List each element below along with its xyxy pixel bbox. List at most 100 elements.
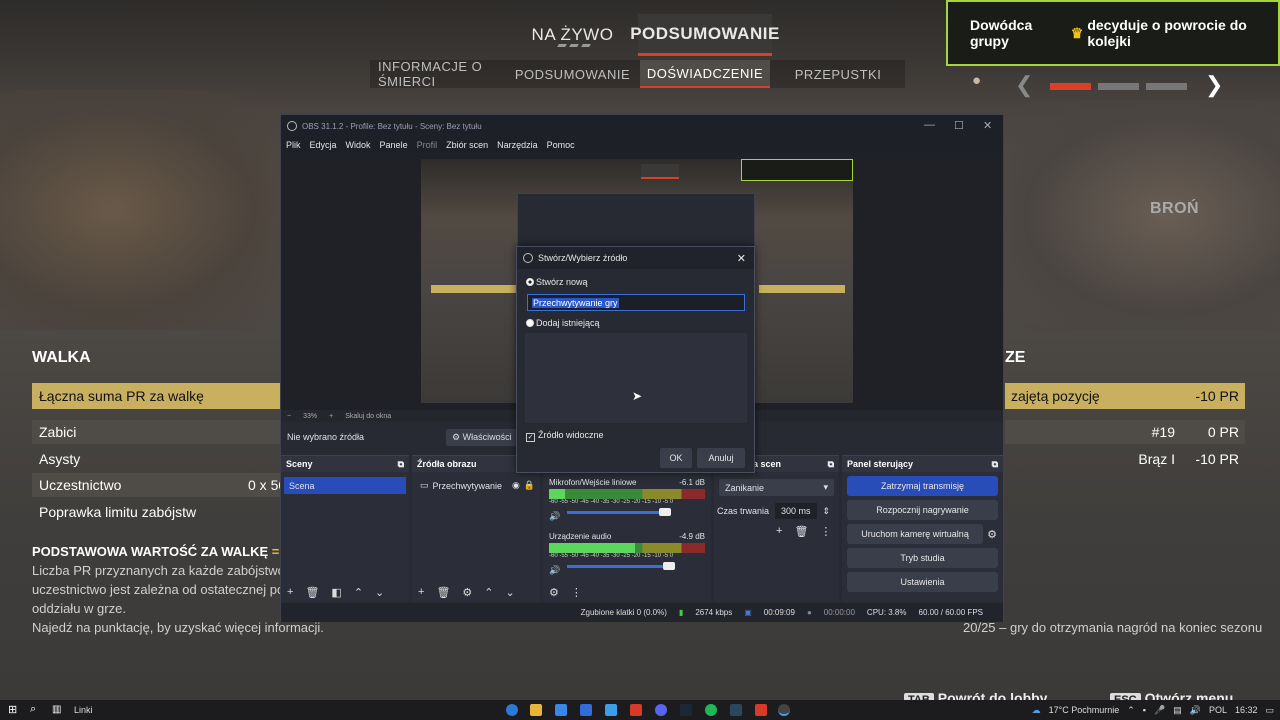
outlook-icon[interactable]: [580, 704, 592, 716]
bitrate: 2674 kbps: [695, 608, 733, 617]
combat-total-label: Łączna suma PR za walkę: [39, 388, 204, 404]
tray-app-icon[interactable]: ▪: [1143, 705, 1146, 715]
eye-icon[interactable]: ◉: [512, 480, 520, 491]
undock-icon[interactable]: ⧉: [992, 459, 998, 470]
edge-icon[interactable]: [506, 704, 518, 716]
subtab-passes[interactable]: PRZEPUSTKI: [775, 60, 901, 88]
tray-chevron-icon[interactable]: ⌃: [1127, 705, 1135, 716]
windows-start-icon[interactable]: ⊞: [8, 703, 20, 716]
undock-icon[interactable]: ⧉: [398, 459, 404, 470]
volume-icon[interactable]: 🔊: [1190, 705, 1201, 716]
menu-docks[interactable]: Panele: [380, 140, 408, 150]
search-icon[interactable]: ⌕: [30, 703, 42, 715]
menu-view[interactable]: Widok: [346, 140, 371, 150]
mode-tab-summary[interactable]: PODSUMOWANIE: [630, 14, 779, 56]
source-visible-checkbox[interactable]: ✓ Źródło widoczne: [526, 430, 604, 442]
menu-profile[interactable]: Profil: [417, 140, 438, 150]
return-lobby-hint[interactable]: TAB Powrót do lobby: [904, 690, 1047, 700]
volume-slider[interactable]: [567, 508, 671, 516]
menu-scene-collection[interactable]: Zbiór scen: [446, 140, 488, 150]
trash-icon[interactable]: 🗑: [305, 586, 319, 599]
transition-select[interactable]: Zanikanie ▾: [719, 479, 834, 496]
apex-icon[interactable]: [755, 704, 767, 716]
add-existing-radio[interactable]: Dodaj istniejącą: [526, 318, 600, 328]
trash-icon[interactable]: 🗑: [436, 586, 450, 599]
store-icon[interactable]: [555, 704, 567, 716]
gear-icon[interactable]: ⚙: [462, 586, 472, 599]
weather-icon: ☁: [1031, 704, 1041, 715]
speaker-icon[interactable]: 🔊: [549, 511, 560, 522]
dialog-titlebar[interactable]: Stwórz/Wybierz źródło ✕: [517, 247, 754, 269]
network-icon[interactable]: ▤: [1173, 705, 1182, 716]
subtab-summary[interactable]: PODSUMOWANIE: [510, 60, 635, 88]
source-item[interactable]: ▭ Przechwytywanie ◉ 🔒: [415, 477, 537, 494]
prev-arrow-icon[interactable]: ❮: [1015, 72, 1033, 98]
close-icon[interactable]: ✕: [737, 252, 746, 265]
combat-description-line: oddziału w grze.: [32, 601, 126, 616]
discord-icon[interactable]: [655, 704, 667, 716]
cancel-button[interactable]: Anuluj: [697, 448, 745, 468]
lock-icon[interactable]: 🔒: [524, 480, 535, 491]
mic-icon[interactable]: 🎤: [1154, 705, 1165, 716]
spotify-icon[interactable]: [705, 704, 717, 716]
minimize-icon[interactable]: —: [924, 119, 935, 131]
app-icon[interactable]: [605, 704, 617, 716]
subtab-death-info[interactable]: INFORMACJE O ŚMIERCI: [378, 59, 508, 89]
add-icon[interactable]: +: [776, 525, 782, 538]
add-icon[interactable]: +: [418, 586, 424, 598]
steam-icon[interactable]: [680, 704, 692, 716]
obs-titlebar[interactable]: OBS 31.1.2 - Profile: Bez tytułu - Sceny…: [281, 115, 1003, 137]
create-new-radio[interactable]: Stwórz nową: [526, 277, 588, 287]
hint-label: Powrót do lobby: [937, 690, 1048, 700]
source-name-input[interactable]: Przechwytywanie gry: [527, 294, 745, 311]
menu-help[interactable]: Pomoc: [547, 140, 575, 150]
start-virtual-camera-button[interactable]: Uruchom kamerę wirtualną: [847, 524, 984, 544]
move-up-icon[interactable]: ⌃: [354, 586, 363, 599]
subtab-experience[interactable]: DOŚWIADCZENIE: [640, 60, 770, 88]
mode-tab-live[interactable]: NA ŻYWO: [520, 14, 625, 56]
existing-sources-list[interactable]: [525, 333, 747, 423]
language-indicator[interactable]: POL: [1209, 705, 1227, 715]
next-arrow-icon[interactable]: ❯: [1205, 72, 1223, 98]
more-icon[interactable]: ⋮: [571, 586, 582, 599]
move-up-icon[interactable]: ⌃: [484, 586, 493, 599]
scale-to-window-label[interactable]: Skaluj do okna: [345, 413, 391, 420]
scene-item[interactable]: Scena: [284, 477, 406, 494]
steam-icon[interactable]: [730, 704, 742, 716]
move-down-icon[interactable]: ⌄: [375, 586, 384, 599]
open-menu-hint[interactable]: ESC Otwórz menu: [1110, 690, 1233, 700]
undock-icon[interactable]: ⧉: [828, 459, 834, 470]
stop-streaming-button[interactable]: Zatrzymaj transmisję: [847, 476, 998, 496]
add-icon[interactable]: +: [287, 586, 293, 598]
trash-icon[interactable]: 🗑: [794, 525, 808, 538]
menu-file[interactable]: Plik: [286, 140, 301, 150]
maximize-icon[interactable]: ☐: [954, 119, 964, 132]
speaker-icon[interactable]: 🔊: [549, 565, 560, 576]
properties-button[interactable]: ⚙ Właściwości: [446, 428, 518, 446]
settings-button[interactable]: Ustawienia: [847, 572, 998, 592]
duration-input[interactable]: 300 ms: [775, 503, 817, 519]
clock[interactable]: 16:32: [1235, 705, 1258, 715]
filter-icon[interactable]: ◧: [331, 586, 341, 599]
task-view-icon[interactable]: ▥: [52, 704, 64, 716]
move-down-icon[interactable]: ⌄: [506, 586, 515, 599]
zoom-in-icon[interactable]: +: [329, 413, 333, 420]
weather-text[interactable]: 17°C Pochmurnie: [1049, 705, 1120, 715]
menu-tools[interactable]: Narzędzia: [497, 140, 538, 150]
more-icon[interactable]: ⋮: [820, 525, 831, 538]
gear-icon[interactable]: ⚙: [987, 528, 997, 541]
obs-icon[interactable]: [778, 704, 790, 716]
brave-icon[interactable]: [630, 704, 642, 716]
ok-button[interactable]: OK: [660, 448, 692, 468]
zoom-out-icon[interactable]: −: [287, 413, 291, 420]
stepper-icon[interactable]: ⇕: [823, 506, 831, 517]
gear-icon[interactable]: ⚙: [549, 586, 559, 599]
volume-slider[interactable]: [567, 562, 675, 570]
studio-mode-button[interactable]: Tryb studia: [847, 548, 998, 568]
menu-edit[interactable]: Edycja: [310, 140, 337, 150]
links-toolbar[interactable]: Linki: [74, 705, 93, 715]
close-icon[interactable]: ✕: [983, 119, 992, 132]
start-recording-button[interactable]: Rozpocznij nagrywanie: [847, 500, 998, 520]
notification-icon[interactable]: ▭: [1265, 705, 1274, 716]
folder-icon[interactable]: [530, 704, 542, 716]
